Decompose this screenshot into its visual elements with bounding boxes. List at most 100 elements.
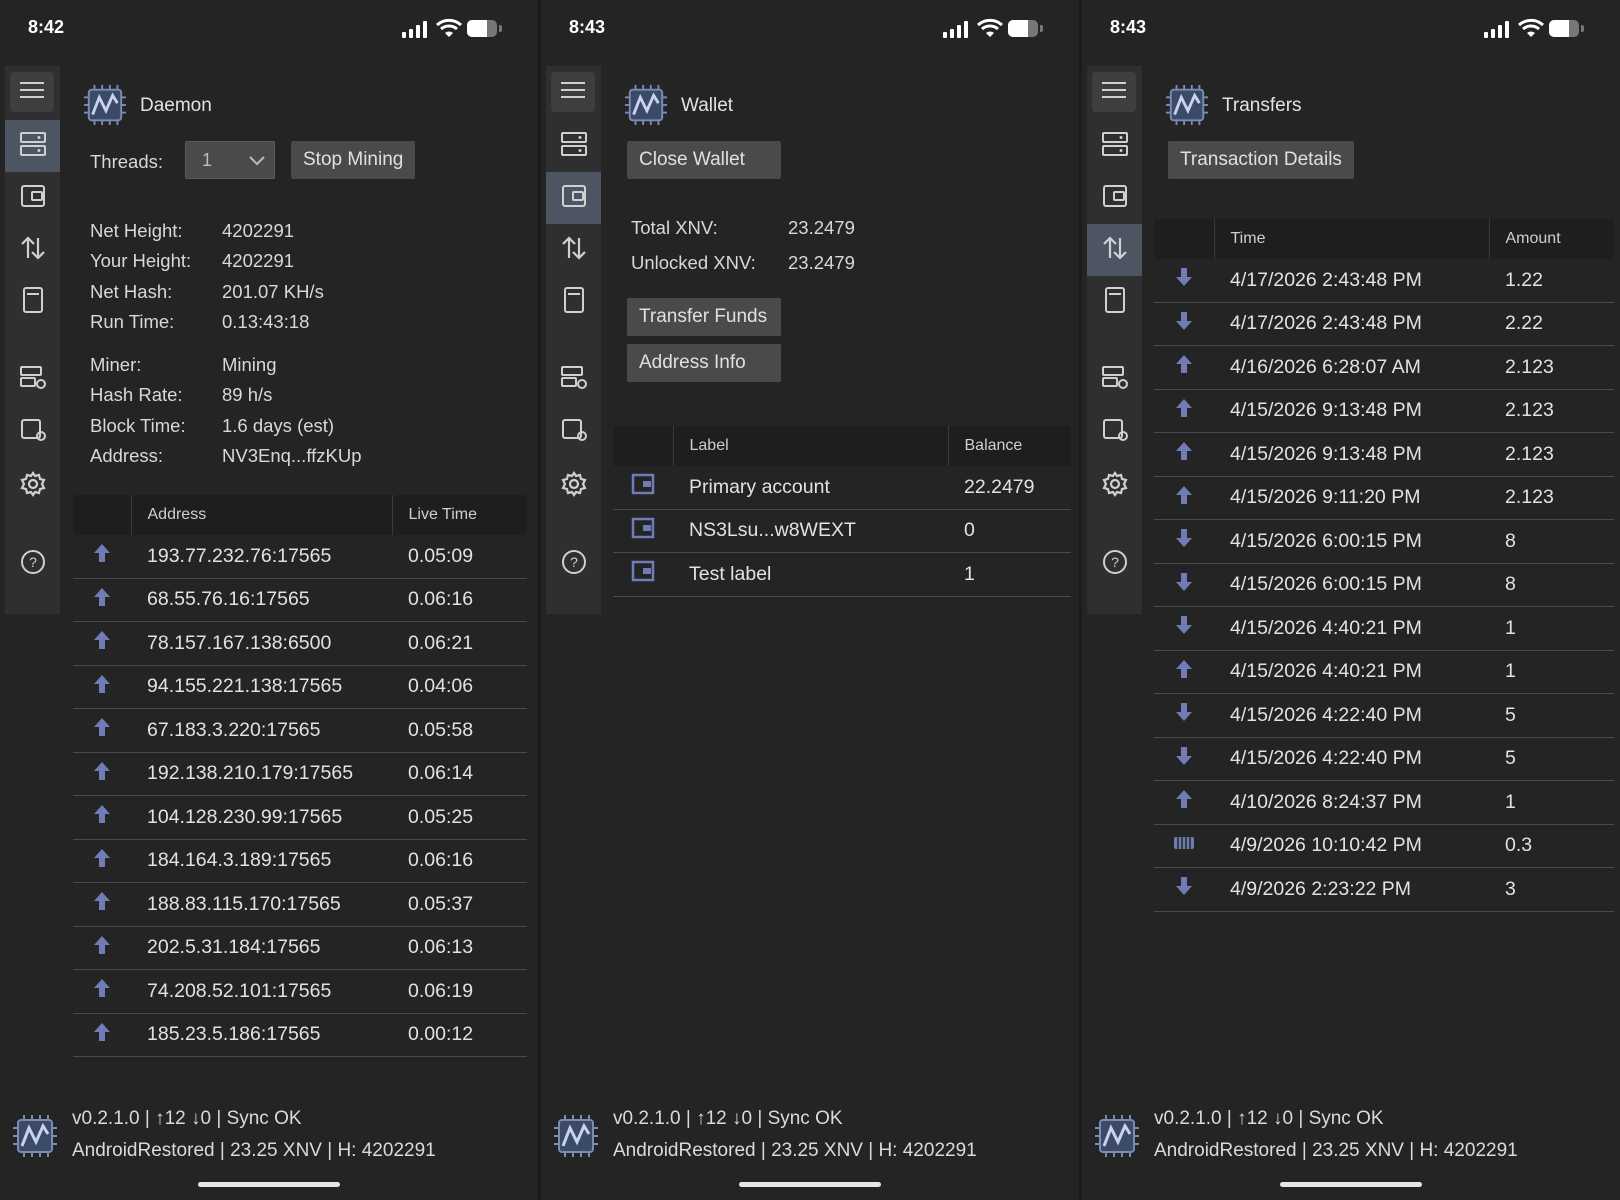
sidebar-item-daemon[interactable] (546, 120, 601, 172)
balance-column-header[interactable]: Balance (947, 426, 1071, 466)
table-row[interactable]: 188.83.115.170:17565 0.05:37 (73, 882, 527, 927)
home-indicator[interactable] (739, 1182, 881, 1187)
table-row[interactable]: 184.164.3.189:17565 0.06:16 (73, 839, 527, 883)
table-row[interactable]: 4/15/2026 9:13:48 PM 2.123 (1154, 432, 1614, 477)
time-column-header[interactable]: Time (1213, 219, 1489, 259)
transaction-details-button[interactable]: Transaction Details (1168, 141, 1354, 179)
table-row[interactable]: 74.208.52.101:17565 0.06:19 (73, 969, 527, 1014)
table-row[interactable]: 78.157.167.138:6500 0.06:21 (73, 621, 527, 666)
table-row[interactable]: 4/10/2026 8:24:37 PM 1 (1154, 780, 1614, 825)
sidebar-item-address-book[interactable] (5, 276, 60, 328)
table-row[interactable]: 4/15/2026 9:13:48 PM 2.123 (1154, 389, 1614, 433)
transfer-time: 4/15/2026 9:13:48 PM (1214, 389, 1489, 433)
sidebar-item-wallet-settings[interactable] (5, 406, 60, 458)
sidebar-item-daemon-settings[interactable] (5, 354, 60, 406)
sidebar-item-transfers[interactable] (1087, 224, 1142, 276)
sidebar-item-address-book[interactable] (1087, 276, 1142, 328)
threads-select[interactable]: 1 (185, 141, 275, 179)
table-row[interactable]: 4/15/2026 4:40:21 PM 1 (1154, 606, 1614, 651)
sidebar-item-daemon-settings[interactable] (546, 354, 601, 406)
sidebar-item-help[interactable]: ? (546, 538, 601, 590)
table-row[interactable]: 94.155.221.138:17565 0.04:06 (73, 665, 527, 709)
peer-address: 184.164.3.189:17565 (131, 839, 392, 883)
sidebar-item-wallet[interactable] (546, 172, 601, 224)
peer-live-time: 0.00:12 (392, 1013, 527, 1057)
menu-button[interactable] (1092, 72, 1136, 112)
sidebar-item-address-book[interactable] (546, 276, 601, 328)
live-time-column-header[interactable]: Live Time (391, 495, 527, 535)
status-bar: 8:43 (541, 0, 1079, 58)
label-column-header[interactable]: Label (672, 426, 948, 466)
table-row[interactable]: 4/9/2026 2:23:22 PM 3 (1154, 867, 1614, 912)
table-row[interactable]: 4/15/2026 6:00:15 PM 8 (1154, 563, 1614, 607)
sidebar-item-help[interactable]: ? (5, 538, 60, 590)
table-row[interactable]: Test label 1 (613, 552, 1071, 597)
sidebar-item-gear[interactable] (1087, 460, 1142, 512)
wallet-icon (1101, 183, 1129, 214)
app-logo (12, 1114, 58, 1158)
table-row[interactable]: 193.77.232.76:17565 0.05:09 (73, 535, 527, 579)
sidebar-item-daemon[interactable] (1087, 120, 1142, 172)
sidebar-item-transfers[interactable] (5, 224, 60, 276)
table-row[interactable]: 4/15/2026 6:00:15 PM 8 (1154, 519, 1614, 564)
table-row[interactable]: 104.128.230.99:17565 0.05:25 (73, 795, 527, 840)
chevron-down-icon (249, 156, 265, 166)
sidebar-item-wallet-settings[interactable] (546, 406, 601, 458)
menu-icon (1100, 79, 1128, 106)
address-book-icon (1101, 286, 1129, 319)
table-row[interactable]: 4/15/2026 4:22:40 PM 5 (1154, 737, 1614, 781)
peer-live-time: 0.06:16 (392, 578, 527, 622)
sidebar-item-help[interactable]: ? (1087, 538, 1142, 590)
table-row[interactable]: 67.183.3.220:17565 0.05:58 (73, 708, 527, 753)
sidebar-item-daemon-settings[interactable] (1087, 354, 1142, 406)
table-row[interactable]: 68.55.76.16:17565 0.06:16 (73, 578, 527, 622)
stop-mining-button[interactable]: Stop Mining (291, 141, 416, 179)
sidebar-item-wallet[interactable] (5, 172, 60, 224)
table-row[interactable]: NS3Lsu...w8WEXT 0 (613, 509, 1071, 553)
address-column-header[interactable]: Address (130, 495, 392, 535)
table-header: Label Balance (613, 426, 1071, 466)
table-row[interactable]: 4/15/2026 9:11:20 PM 2.123 (1154, 476, 1614, 520)
battery-icon (467, 20, 497, 37)
home-indicator[interactable] (1280, 1182, 1422, 1187)
menu-button[interactable] (551, 72, 595, 112)
sidebar: ? (1087, 66, 1142, 614)
arrow-up-icon (91, 1022, 113, 1048)
table-row[interactable]: 4/9/2026 10:10:42 PM 0.3 (1154, 824, 1614, 868)
sidebar-item-transfers[interactable] (546, 224, 601, 276)
peer-address: 68.55.76.16:17565 (131, 578, 392, 622)
peer-live-time: 0.05:25 (392, 795, 527, 840)
transfer-time: 4/15/2026 6:00:15 PM (1214, 519, 1489, 564)
transfer-funds-button[interactable]: Transfer Funds (627, 298, 781, 336)
table-row[interactable]: 4/17/2026 2:43:48 PM 2.22 (1154, 302, 1614, 346)
page-title: Transfers (1222, 95, 1302, 116)
table-row[interactable]: 4/16/2026 6:28:07 AM 2.123 (1154, 345, 1614, 390)
transfer-amount: 1 (1489, 780, 1614, 825)
table-row[interactable]: 4/15/2026 4:22:40 PM 5 (1154, 693, 1614, 738)
address-book-icon (19, 286, 47, 319)
table-row[interactable]: 202.5.31.184:17565 0.06:13 (73, 926, 527, 970)
signal-icon (943, 20, 973, 38)
close-wallet-button[interactable]: Close Wallet (627, 141, 781, 179)
sidebar-item-gear[interactable] (546, 460, 601, 512)
menu-button[interactable] (10, 72, 54, 112)
table-row[interactable]: 4/15/2026 4:40:21 PM 1 (1154, 650, 1614, 694)
menu-icon (559, 79, 587, 106)
home-indicator[interactable] (198, 1182, 340, 1187)
sidebar-item-gear[interactable] (5, 460, 60, 512)
address-info-button[interactable]: Address Info (627, 344, 781, 382)
table-row[interactable]: 192.138.210.179:17565 0.06:14 (73, 752, 527, 796)
sidebar-item-wallet-settings[interactable] (1087, 406, 1142, 458)
table-row[interactable]: Primary account 22.2479 (613, 466, 1071, 510)
transfer-time: 4/17/2026 2:43:48 PM (1214, 302, 1489, 346)
table-header: Address Live Time (73, 495, 527, 535)
amount-column-header[interactable]: Amount (1488, 219, 1614, 259)
table-row[interactable]: 4/17/2026 2:43:48 PM 1.22 (1154, 259, 1614, 303)
arrow-up-icon (91, 848, 113, 874)
sidebar-item-daemon[interactable] (5, 120, 60, 172)
table-row[interactable]: 185.23.5.186:17565 0.00:12 (73, 1013, 527, 1057)
transfers-icon (1101, 234, 1129, 267)
transfer-amount: 3 (1489, 867, 1614, 912)
stat-value: 1.6 days (est) (222, 415, 335, 436)
sidebar-item-wallet[interactable] (1087, 172, 1142, 224)
